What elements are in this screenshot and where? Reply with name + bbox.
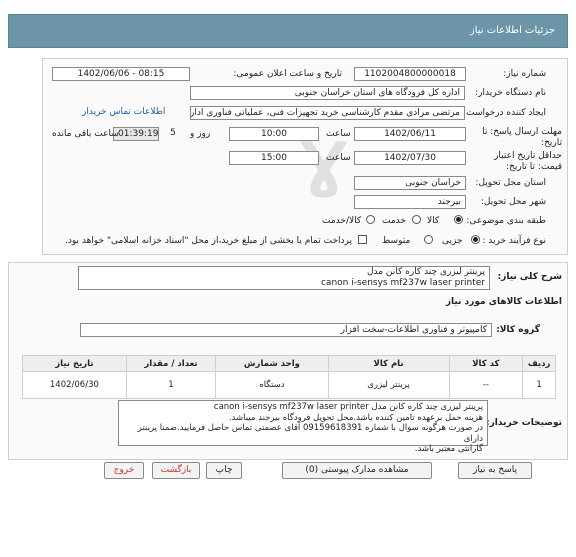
category-radio-goods[interactable] bbox=[454, 215, 463, 224]
col-row: ردیف bbox=[522, 355, 556, 372]
price-validity-date-field: 1402/07/30 bbox=[354, 151, 466, 165]
table-row: 1 -- پرینتر لیزری دستگاه 1 1402/06/30 bbox=[22, 371, 556, 399]
cell-code: -- bbox=[448, 371, 524, 399]
days-label: روز و bbox=[190, 129, 211, 139]
page-title: جزئیات اطلاعات نیاز bbox=[469, 25, 555, 36]
goods-group-label: گروه کالا: bbox=[496, 325, 540, 335]
treasury-note: پرداخت تمام یا بخشی از مبلغ خرید،از محل … bbox=[64, 236, 352, 246]
summary-line-2: canon i-sensys mf237w laser printer bbox=[320, 278, 485, 288]
process-radio-minor[interactable] bbox=[471, 235, 480, 244]
attachments-button[interactable]: مشاهده مدارک پیوستی (0) bbox=[282, 462, 432, 479]
price-validity-time-field: 15:00 bbox=[229, 151, 319, 165]
price-validity-label: حداقل تاریخ اعتبار قیمت: تا تاریخ: bbox=[494, 151, 562, 172]
summary-label: شرح کلی نیاز: bbox=[497, 272, 562, 282]
announce-datetime-label: تاریخ و ساعت اعلان عمومی: bbox=[233, 69, 342, 79]
need-number-field: 1102004800000018 bbox=[354, 67, 466, 81]
category-option-both: کالا/خدمت bbox=[322, 216, 362, 226]
cell-qty: 1 bbox=[125, 371, 217, 399]
category-label: طبقه بندی موضوعی: bbox=[466, 216, 546, 226]
category-radio-both[interactable] bbox=[366, 215, 375, 224]
buyer-notes-label: توضیحات خریدار: bbox=[486, 418, 562, 428]
buyer-org-label: نام دستگاه خریدار: bbox=[475, 88, 546, 98]
goods-section-title: اطلاعات کالاهای مورد نیاز bbox=[445, 297, 562, 307]
print-button[interactable]: چاپ bbox=[206, 462, 242, 479]
send-deadline-label: مهلت ارسال پاسخ: تا تاریخ: bbox=[482, 127, 562, 148]
col-name: نام کالا bbox=[327, 355, 450, 372]
back-button[interactable]: بازگشت bbox=[152, 462, 200, 479]
send-deadline-time-field: 10:00 bbox=[229, 127, 319, 141]
need-number-label: شماره نیاز: bbox=[503, 69, 546, 79]
buyer-notes-field: پرینتر لیزری چند کاره کانن مدل canon i-s… bbox=[118, 400, 488, 454]
col-code: کد کالا bbox=[448, 355, 524, 372]
col-qty: تعداد / مقدار bbox=[125, 355, 217, 372]
page-header: جزئیات اطلاعات نیاز bbox=[8, 14, 568, 48]
process-option-medium: متوسط bbox=[382, 236, 411, 246]
remaining-time-field: 01:39:19 bbox=[113, 127, 159, 141]
reply-button[interactable]: پاسخ به نیاز bbox=[458, 462, 532, 479]
category-option-goods: کالا bbox=[427, 216, 440, 226]
col-date: تاریخ نیاز bbox=[22, 355, 127, 372]
summary-field: پرینتر لیزری چند کاره کانن مدل canon i-s… bbox=[78, 266, 490, 290]
category-radio-service[interactable] bbox=[412, 215, 421, 224]
goods-group-field: کامپیوتر و فناوری اطلاعات-سخت افزار bbox=[80, 323, 492, 337]
exit-button[interactable]: خروج bbox=[104, 462, 144, 479]
days-field: 5 bbox=[170, 128, 176, 138]
goods-table: ردیف کد کالا نام کالا واحد شمارش تعداد /… bbox=[22, 355, 556, 399]
process-label: نوع فرآیند خرید : bbox=[482, 236, 546, 246]
buyer-contact-link[interactable]: اطلاعات تماس خریدار bbox=[82, 107, 165, 117]
requester-label: ایجاد کننده درخواست: bbox=[463, 108, 546, 118]
announce-datetime-field: 1402/06/06 - 08:15 bbox=[52, 67, 190, 81]
summary-line-1: پرینتر لیزری چند کاره کانن مدل bbox=[366, 267, 485, 277]
cell-date: 1402/06/30 bbox=[22, 371, 127, 399]
process-option-minor: جزیی bbox=[442, 236, 463, 246]
send-deadline-time-label: ساعت bbox=[326, 129, 351, 139]
buyer-org-field: اداره کل فرودگاه های استان خراسان جنوبی bbox=[190, 86, 465, 100]
city-label: شهر محل تحویل: bbox=[480, 197, 546, 207]
category-option-service: خدمت bbox=[382, 216, 406, 226]
goods-table-header: ردیف کد کالا نام کالا واحد شمارش تعداد /… bbox=[22, 355, 556, 372]
cell-name: پرینتر لیزری bbox=[327, 371, 450, 399]
cell-row: 1 bbox=[522, 371, 556, 399]
requester-field: مرتضی مرادی مقدم کارشناسی خرید تجهیزات ف… bbox=[190, 106, 465, 120]
city-field: بیرجند bbox=[354, 195, 466, 209]
remaining-time-label: ساعت باقی مانده bbox=[52, 129, 119, 139]
province-field: خراسان جنوبی bbox=[354, 176, 466, 190]
treasury-checkbox[interactable] bbox=[358, 235, 367, 244]
cell-unit: دستگاه bbox=[215, 371, 329, 399]
price-validity-time-label: ساعت bbox=[326, 153, 351, 163]
send-deadline-date-field: 1402/06/11 bbox=[354, 127, 466, 141]
process-radio-medium[interactable] bbox=[424, 235, 433, 244]
col-unit: واحد شمارش bbox=[215, 355, 329, 372]
province-label: استان محل تحویل: bbox=[475, 178, 546, 188]
